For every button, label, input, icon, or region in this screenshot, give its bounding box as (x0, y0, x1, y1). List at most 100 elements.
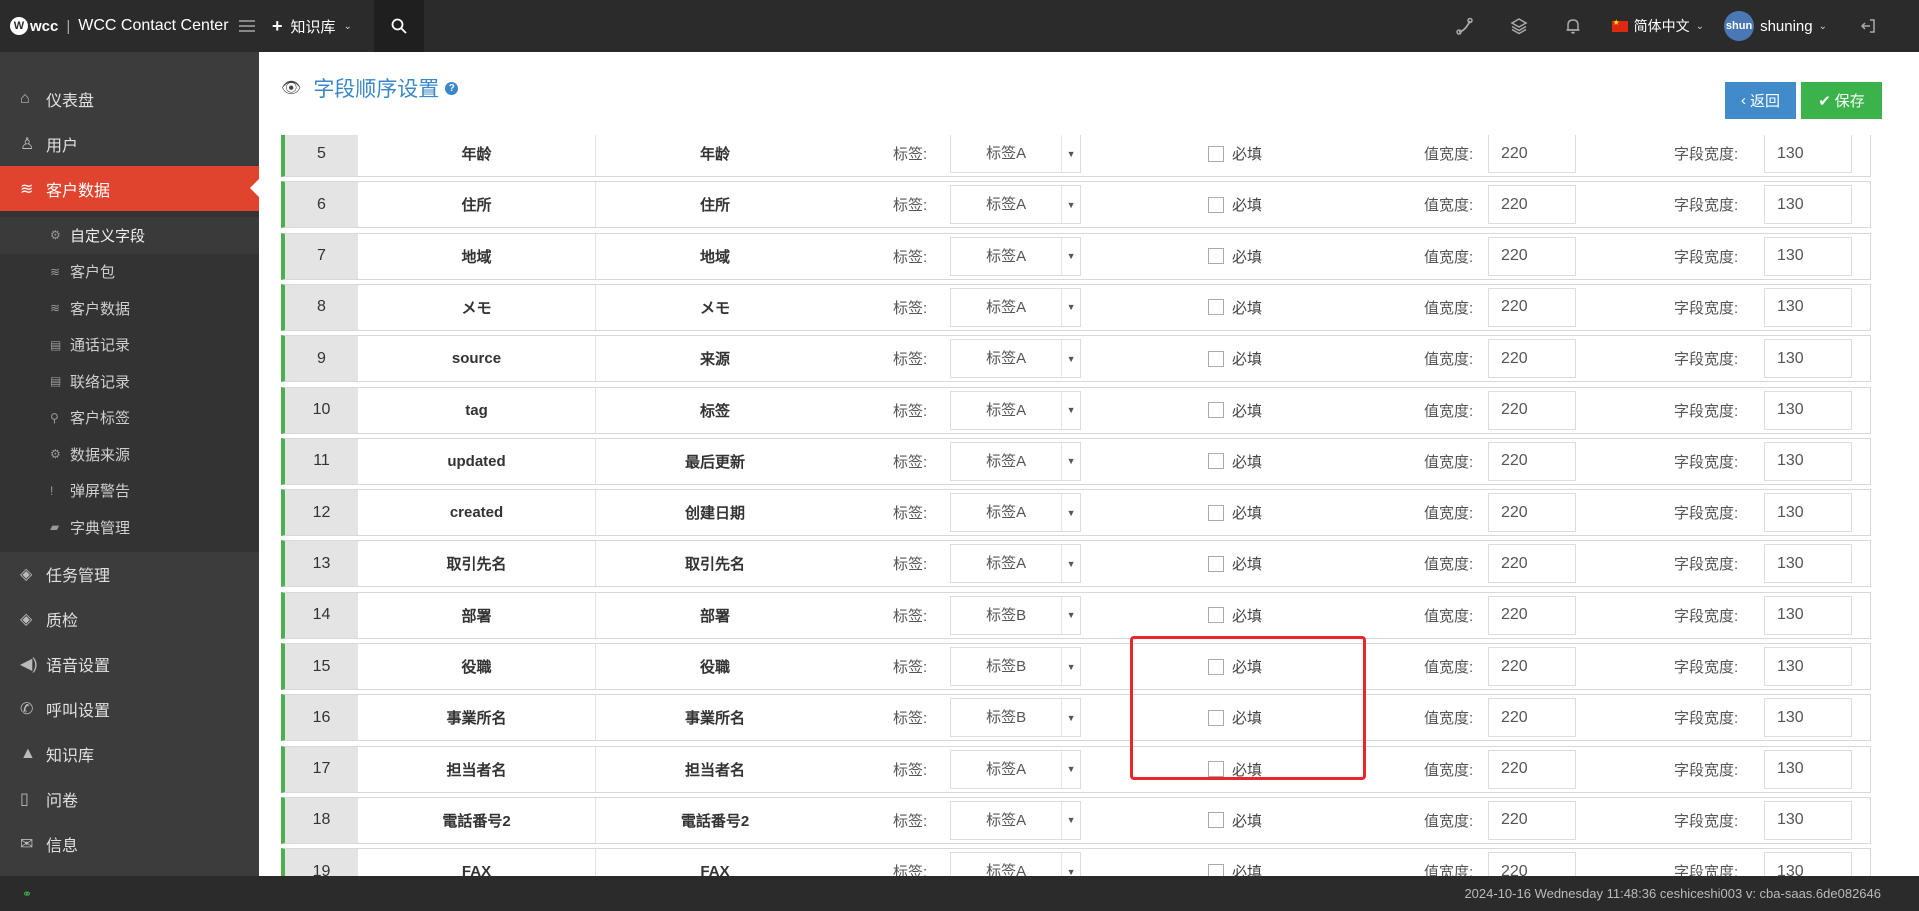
tag-select[interactable]: 标签A ▼ (950, 493, 1081, 533)
tag-select[interactable]: 标签A ▼ (950, 287, 1081, 327)
field-width-input[interactable]: 130 (1764, 698, 1852, 738)
table-row[interactable]: 7 地域 地域 标签: 标签A ▼ 必填 值宽度: 220 字段宽度: 130 (281, 232, 1871, 280)
table-row[interactable]: 5 年龄 年龄 标签: 标签A ▼ 必填 值宽度: 220 字段宽度: 130 (281, 135, 1871, 177)
value-width-input[interactable]: 220 (1488, 135, 1576, 173)
sidebar-item-customer-data[interactable]: ≋ 客户数据 (0, 166, 259, 211)
required-checkbox[interactable] (1208, 504, 1224, 521)
required-checkbox-group[interactable]: 必填 (1208, 388, 1298, 433)
field-width-input[interactable]: 130 (1764, 595, 1852, 635)
field-width-input[interactable]: 130 (1764, 236, 1852, 276)
required-checkbox-group[interactable]: 必填 (1208, 593, 1298, 638)
field-width-input[interactable]: 130 (1764, 390, 1852, 430)
tag-select[interactable]: 标签A ▼ (950, 185, 1081, 225)
table-row[interactable]: 10 tag 标签 标签: 标签A ▼ 必填 值宽度: 220 字段宽度: 130 (281, 386, 1871, 434)
table-row[interactable]: 8 メモ メモ 标签: 标签A ▼ 必填 值宽度: 220 字段宽度: 130 (281, 283, 1871, 331)
table-row[interactable]: 17 担当者名 担当者名 标签: 标签A ▼ 必填 值宽度: 220 字段宽度: 130 (281, 745, 1871, 793)
value-width-input[interactable]: 220 (1488, 852, 1576, 876)
tag-select[interactable]: 标签A ▼ (950, 339, 1081, 379)
required-checkbox[interactable] (1208, 196, 1224, 213)
required-checkbox[interactable] (1208, 299, 1224, 316)
required-checkbox-group[interactable]: 必填 (1208, 490, 1298, 535)
required-checkbox[interactable] (1208, 402, 1224, 418)
sidebar-item-messages[interactable]: ✉ 信息 (0, 822, 259, 867)
field-width-input[interactable]: 130 (1764, 441, 1852, 481)
wcc-logo[interactable]: W wcc (10, 17, 58, 35)
sidebar-item-quality-check[interactable]: ◈ 质检 (0, 597, 259, 642)
knowledge-base-menu[interactable]: + 知识库 ⌄ (258, 0, 366, 52)
table-row[interactable]: 15 役職 役職 标签: 标签B ▼ 必填 值宽度: 220 字段宽度: 130 (281, 643, 1871, 690)
field-width-input[interactable]: 130 (1764, 544, 1852, 584)
required-checkbox[interactable] (1208, 863, 1224, 876)
field-width-input[interactable]: 130 (1764, 287, 1852, 327)
required-checkbox-group[interactable]: 必填 (1208, 849, 1298, 876)
field-width-input[interactable]: 130 (1764, 800, 1852, 840)
sidebar-subitem-customer-data[interactable]: ≋ 客户数据 (0, 290, 259, 327)
value-width-input[interactable]: 220 (1488, 339, 1576, 379)
value-width-input[interactable]: 220 (1488, 800, 1576, 840)
value-width-input[interactable]: 220 (1488, 185, 1576, 225)
table-row[interactable]: 11 updated 最后更新 标签: 标签A ▼ 必填 值宽度: 220 字段宽度: 130 (281, 437, 1871, 485)
sidebar-item-voice-settings[interactable]: ◀) 语音设置 (0, 642, 259, 687)
sidebar-subitem-call-records[interactable]: ▤ 通话记录 (0, 327, 259, 364)
required-checkbox[interactable] (1208, 145, 1224, 162)
required-checkbox-group[interactable]: 必填 (1208, 234, 1298, 279)
help-icon[interactable]: ? (445, 81, 459, 95)
value-width-input[interactable]: 220 (1488, 749, 1576, 789)
menu-toggle-icon[interactable] (238, 20, 255, 32)
search-button[interactable] (373, 0, 424, 52)
table-row[interactable]: 6 住所 住所 标签: 标签A ▼ 必填 值宽度: 220 字段宽度: 130 (281, 181, 1871, 229)
tag-select[interactable]: 标签A ▼ (950, 441, 1081, 481)
tag-select[interactable]: 标签A ▼ (950, 749, 1081, 789)
sidebar-item-call-settings[interactable]: ✆ 呼叫设置 (0, 687, 259, 732)
language-selector[interactable]: 简体中文 ⌄ (1600, 16, 1716, 36)
sidebar-subitem-custom-fields[interactable]: ⚙ 自定义字段 (0, 217, 259, 254)
sidebar-item-dashboard[interactable]: ⌂ 仪表盘 (0, 76, 259, 121)
logout-button[interactable] (1843, 0, 1893, 52)
tag-select[interactable]: 标签A ▼ (950, 544, 1081, 584)
bell-icon[interactable] (1546, 0, 1600, 52)
field-width-input[interactable]: 130 (1764, 493, 1852, 533)
field-width-input[interactable]: 130 (1764, 749, 1852, 789)
value-width-input[interactable]: 220 (1488, 595, 1576, 635)
sidebar-subitem-customer-tags[interactable]: ⚲ 客户标签 (0, 400, 259, 437)
sidebar-subitem-contact-records[interactable]: ▤ 联络记录 (0, 363, 259, 400)
sidebar-subitem-data-sources[interactable]: ⚙ 数据来源 (0, 436, 259, 473)
sidebar-subitem-customer-package[interactable]: ≋ 客户包 (0, 254, 259, 291)
value-width-input[interactable]: 220 (1488, 236, 1576, 276)
field-width-input[interactable]: 130 (1764, 185, 1852, 225)
tag-select[interactable]: 标签B ▼ (950, 698, 1081, 738)
required-checkbox[interactable] (1208, 350, 1224, 367)
required-checkbox-group[interactable]: 必填 (1208, 285, 1298, 330)
back-button[interactable]: ‹ 返回 (1725, 82, 1796, 119)
value-width-input[interactable]: 220 (1488, 698, 1576, 738)
sidebar-item-task-management[interactable]: ◈ 任务管理 (0, 552, 259, 597)
field-width-input[interactable]: 130 (1764, 135, 1852, 173)
value-width-input[interactable]: 220 (1488, 390, 1576, 430)
tag-select[interactable]: 标签A ▼ (950, 236, 1081, 276)
table-row[interactable]: 12 created 创建日期 标签: 标签A ▼ 必填 值宽度: 220 字段宽度: 130 (281, 489, 1871, 537)
tag-select[interactable]: 标签A ▼ (950, 390, 1081, 430)
user-menu[interactable]: shun shuning ⌄ (1716, 11, 1843, 41)
tag-select[interactable]: 标签B ▼ (950, 595, 1081, 635)
save-button[interactable]: ✔ 保存 (1801, 82, 1882, 119)
sidebar-subitem-dictionary[interactable]: ▰ 字典管理 (0, 509, 259, 546)
field-width-input[interactable]: 130 (1764, 647, 1852, 686)
table-row[interactable]: 19 FAX FAX 标签: 标签A ▼ 必填 值宽度: 220 字段宽度: 130 (281, 848, 1871, 876)
tag-select[interactable]: 标签B ▼ (950, 647, 1081, 686)
value-width-input[interactable]: 220 (1488, 493, 1576, 533)
tag-select[interactable]: 标签A ▼ (950, 135, 1081, 173)
table-row[interactable]: 16 事業所名 事業所名 标签: 标签B ▼ 必填 值宽度: 220 字段宽度: 130 (281, 694, 1871, 742)
required-checkbox-group[interactable]: 必填 (1208, 439, 1298, 484)
required-checkbox[interactable] (1208, 607, 1224, 624)
required-checkbox[interactable] (1208, 248, 1224, 265)
sidebar-item-knowledge-base[interactable]: ▲ 知识库 (0, 732, 259, 777)
phone-handset-icon[interactable] (1438, 0, 1492, 52)
tag-select[interactable]: 标签A ▼ (950, 800, 1081, 840)
table-row[interactable]: 13 取引先名 取引先名 标签: 标签A ▼ 必填 值宽度: 220 字段宽度: 130 (281, 540, 1871, 588)
value-width-input[interactable]: 220 (1488, 647, 1576, 686)
sidebar-item-users[interactable]: ♙ 用户 (0, 121, 259, 166)
required-checkbox-group[interactable]: 必填 (1208, 182, 1298, 227)
required-checkbox-group[interactable]: 必填 (1208, 541, 1298, 586)
sidebar-item-survey[interactable]: ▯ 问卷 (0, 777, 259, 822)
required-checkbox-group[interactable]: 必填 (1208, 798, 1298, 843)
